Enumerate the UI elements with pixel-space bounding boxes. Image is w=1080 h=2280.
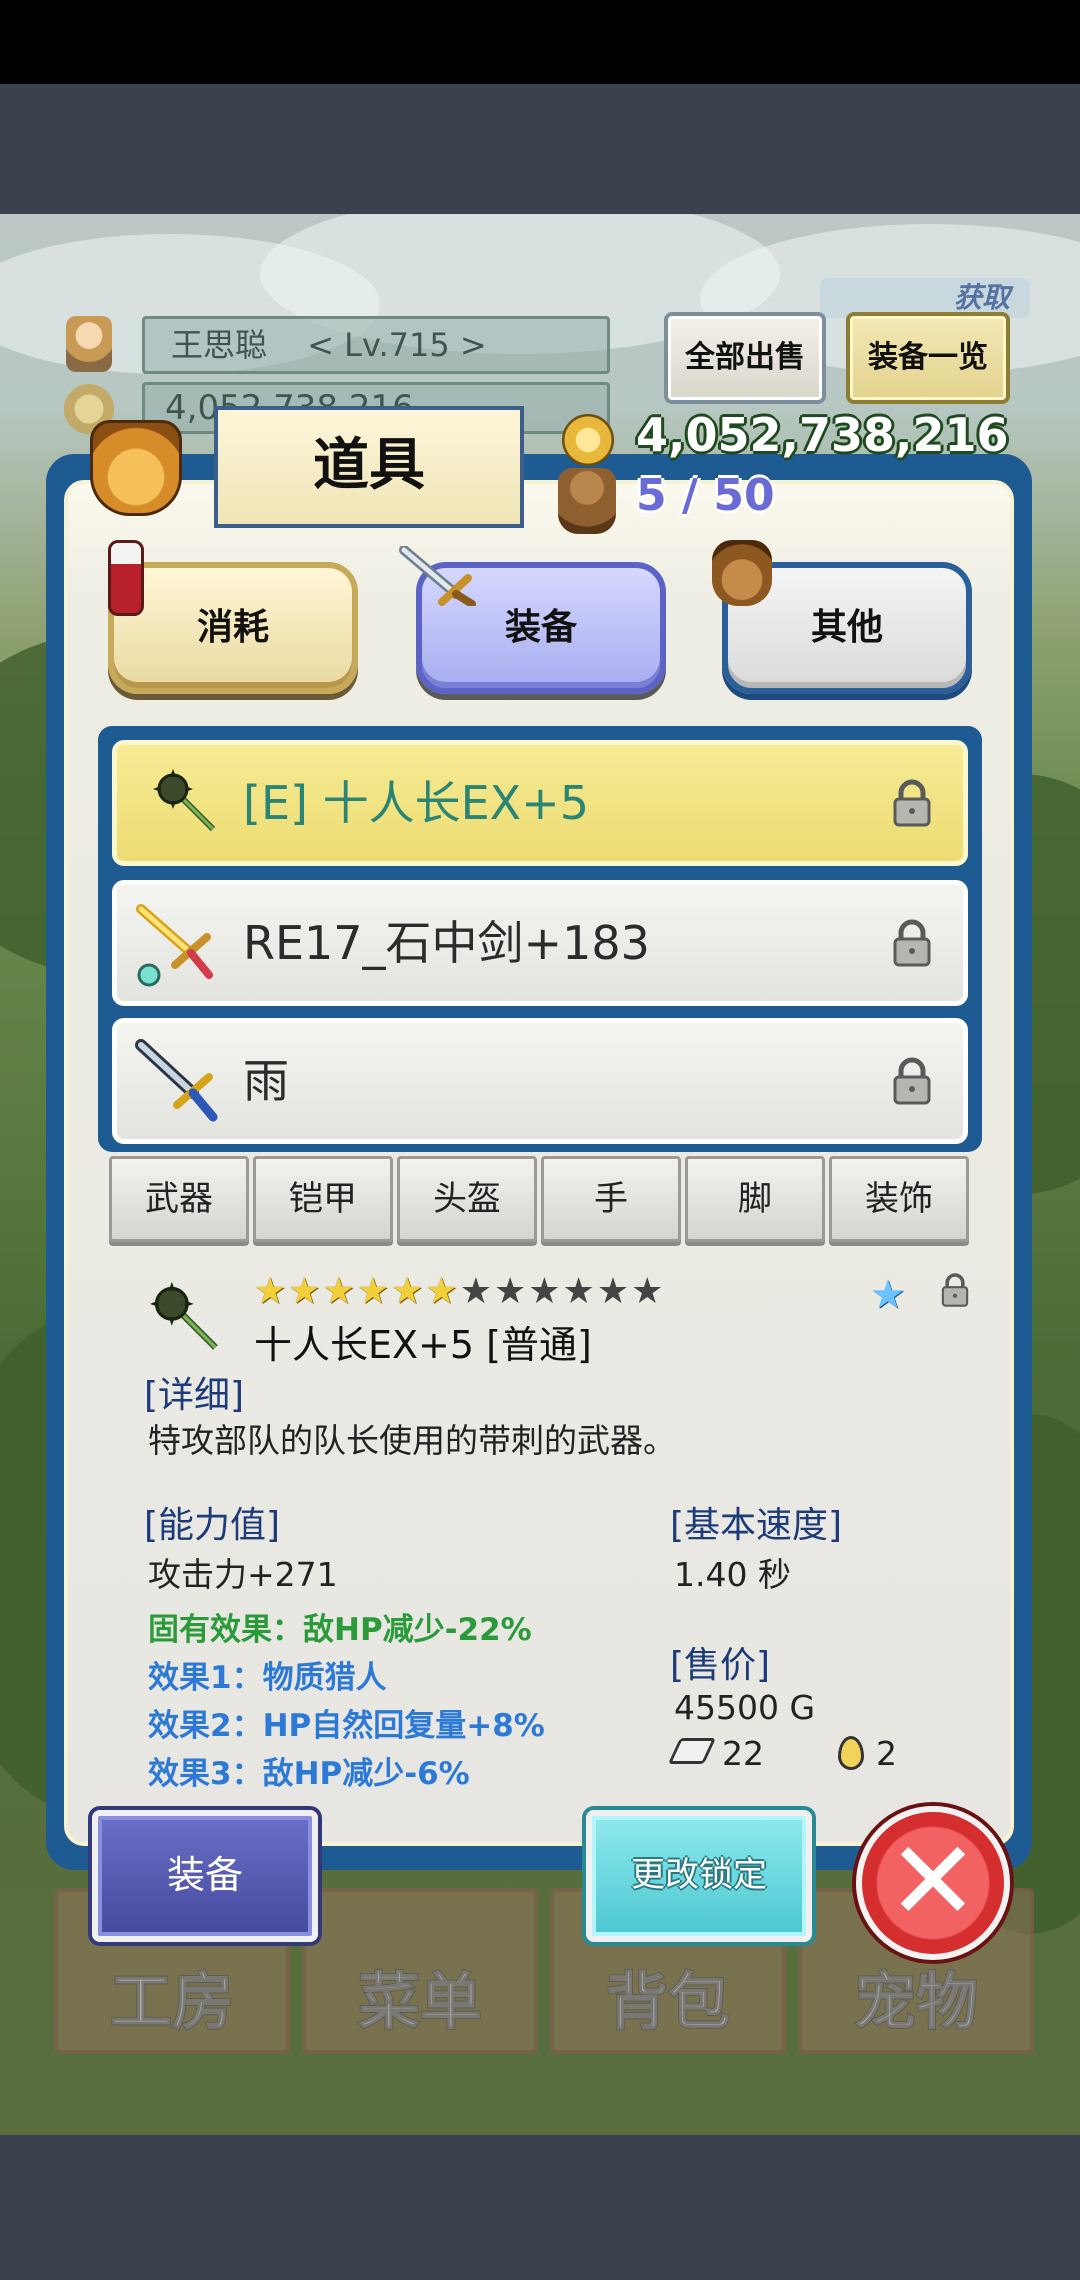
blade-icon [135,1039,218,1122]
spiked-mace-icon [153,769,216,832]
effect-2: 效果2：HP自然回复量+8% [148,1708,545,1744]
close-icon: ✕ [886,1817,980,1945]
player-name-box: 王思聪 < Lv.715 > [142,316,610,374]
gold-amount: 4,052,738,216 [636,408,1009,462]
player-level: < Lv.715 > [307,326,487,364]
potion-icon [108,540,144,616]
item-description: 特攻部队的队长使用的带刺的武器。 [148,1421,676,1460]
slot-tab-helmet[interactable]: 头盔 [397,1156,537,1242]
star-empty-icon: ★ [596,1271,630,1312]
holy-sword-icon [136,904,213,987]
star-empty-icon: ★ [631,1271,664,1312]
item-label: RE17_石中剑+183 [243,916,650,970]
whetstone-count: 22 [722,1734,764,1773]
star-empty-icon: ★ [493,1271,527,1312]
rarity-stars: ★ ★ ★ ★ ★ ★ ★ ★ ★ ★ ★ ★ [254,1272,663,1312]
item-row[interactable]: RE17_石中剑+183 [112,880,968,1006]
sell-all-button[interactable]: 全部出售 [664,312,826,404]
section-detail-heading: [详细] [144,1375,245,1416]
close-button[interactable]: ✕ [856,1806,1010,1960]
star-filled-icon: ★ [425,1271,458,1312]
effect-1: 效果1：物质猎人 [148,1660,387,1696]
tab-consumables[interactable]: 消耗 [108,562,358,694]
slot-tab-weapon[interactable]: 武器 [109,1156,249,1242]
star-empty-icon: ★ [528,1271,561,1312]
spiked-mace-icon [150,1282,218,1350]
sell-price: 45500 G [674,1688,816,1727]
player-avatar [66,316,112,372]
equip-list-button[interactable]: 装备一览 [846,312,1010,404]
star-filled-icon: ★ [254,1271,287,1312]
section-price-heading: [售价] [670,1645,771,1686]
effect-3: 效果3：敌HP减少-6% [148,1756,470,1792]
equip-button[interactable]: 装备 [92,1810,318,1942]
drop-count: 2 [876,1734,897,1773]
drop-icon [838,1736,864,1770]
item-row[interactable]: 雨 [112,1018,968,1144]
top-band [0,84,1080,214]
slot-tab-foot[interactable]: 脚 [685,1156,825,1242]
section-speed-heading: [基本速度] [670,1505,843,1546]
base-speed: 1.40 秒 [674,1555,791,1594]
pouch-icon [712,540,772,606]
star-filled-icon: ★ [322,1271,355,1312]
detail-item-name: 十人长EX+5 [普通] [254,1323,592,1367]
lock-icon[interactable] [891,779,933,827]
attack-stat: 攻击力+271 [148,1555,338,1594]
item-label: 雨 [243,1054,289,1108]
star-empty-icon: ★ [562,1271,595,1312]
lock-icon[interactable] [940,1272,970,1308]
favorite-star-icon[interactable]: ★ [870,1272,906,1318]
gold-coin-icon [562,414,614,466]
item-sack-icon [90,420,182,516]
slot-tab-hand[interactable]: 手 [541,1156,681,1242]
star-filled-icon: ★ [288,1271,321,1312]
slot-tab-armor[interactable]: 铠甲 [253,1156,393,1242]
lock-icon[interactable] [891,919,933,967]
status-bar [0,0,1080,84]
sword-icon [399,546,476,606]
backpack-icon [558,468,616,534]
item-row-selected[interactable]: [E] 十人长EX+5 [112,740,968,866]
lock-icon[interactable] [891,1057,933,1105]
star-filled-icon: ★ [356,1271,390,1312]
nav-menu[interactable]: 菜单 [302,1888,538,2054]
slot-tab-accessory[interactable]: 装饰 [829,1156,969,1242]
section-stats-heading: [能力值] [144,1505,281,1546]
star-empty-icon: ★ [459,1271,492,1312]
inventory-capacity: 5 / 50 [636,470,775,521]
item-label: [E] 十人长EX+5 [243,776,589,830]
star-filled-icon: ★ [391,1271,424,1312]
change-lock-button[interactable]: 更改锁定 [586,1810,812,1942]
intrinsic-effect: 固有效果：敌HP减少-22% [148,1612,532,1648]
bottom-band [0,2135,1080,2280]
panel-title: 道具 [214,406,524,528]
player-name: 王思聪 [171,326,268,364]
